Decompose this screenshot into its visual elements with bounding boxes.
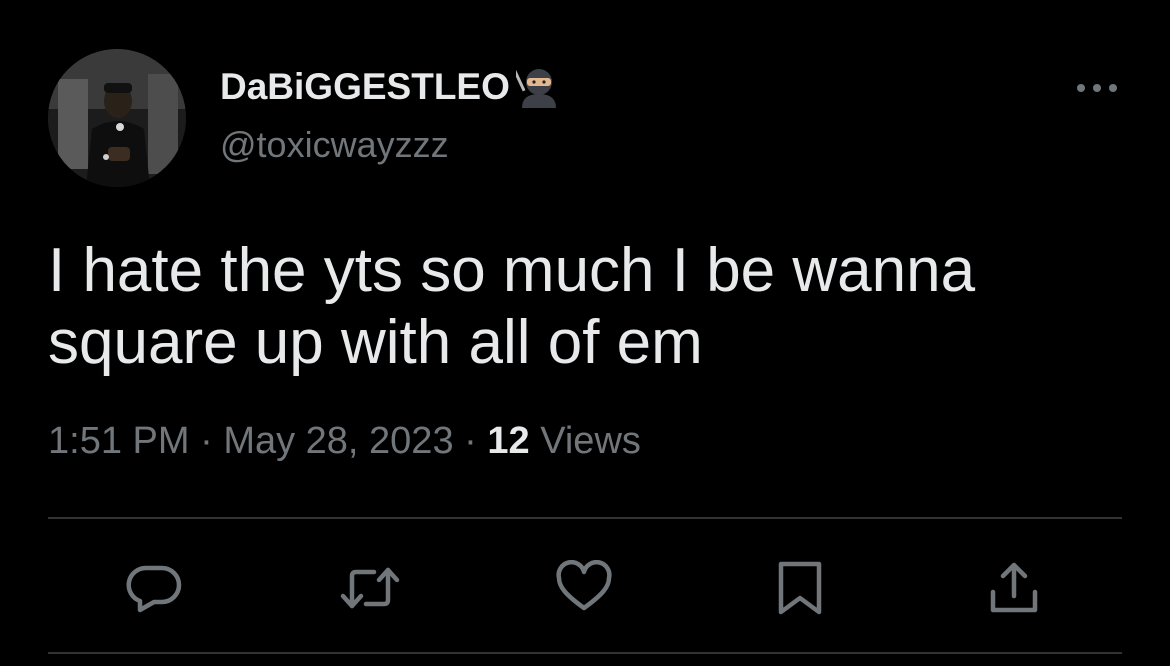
display-name[interactable]: DaBiGGESTLEO [220, 66, 510, 108]
avatar[interactable] [48, 49, 186, 187]
meta-separator: · [464, 420, 477, 462]
views-count: 12 [487, 420, 530, 462]
ninja-emoji-icon [513, 64, 562, 110]
retweet-icon [340, 567, 400, 609]
bookmark-button[interactable] [772, 560, 828, 616]
divider-bottom [48, 652, 1122, 654]
divider-top [48, 517, 1122, 519]
share-button[interactable] [986, 560, 1042, 616]
user-handle[interactable]: @toxicwayzzz [220, 124, 449, 166]
tweet-meta: 1:51 PM · May 28, 2023 · 12 Views [48, 420, 641, 463]
views-label: Views [540, 420, 641, 462]
share-icon [990, 562, 1038, 613]
tweet-date[interactable]: May 28, 2023 [223, 420, 453, 462]
display-name-row[interactable]: DaBiGGESTLEO [220, 64, 562, 110]
reply-icon [126, 565, 182, 613]
reply-button[interactable] [126, 560, 182, 616]
avatar-photo [48, 49, 186, 187]
bookmark-icon [778, 561, 822, 615]
more-options-icon[interactable] [1074, 78, 1120, 98]
tweet-time[interactable]: 1:51 PM [48, 420, 190, 462]
tweet-text: I hate the yts so much I be wanna square… [48, 236, 976, 377]
meta-separator: · [200, 420, 213, 462]
heart-icon [556, 559, 612, 611]
like-button[interactable] [556, 559, 612, 616]
retweet-button[interactable] [340, 560, 400, 616]
